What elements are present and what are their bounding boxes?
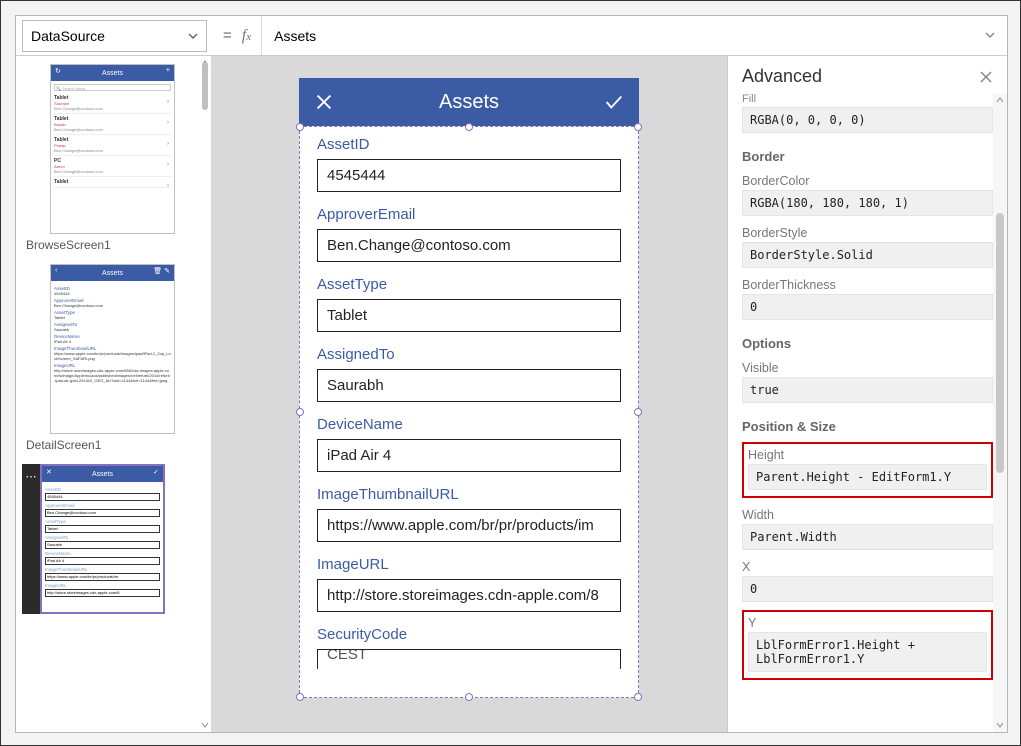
property-label: BorderStyle (742, 226, 993, 240)
add-icon: + (166, 67, 170, 74)
property-label: X (742, 560, 993, 574)
canvas[interactable]: Assets AssetID 4545444 ApproverEmail Ben.C… (211, 56, 727, 732)
screen-label: DetailScreen1 (22, 438, 205, 452)
property-label: Visible (742, 361, 993, 375)
highlight-height: Height Parent.Height - EditForm1.Y (742, 442, 993, 498)
refresh-icon: ↻ (55, 67, 61, 75)
text-input[interactable]: https://www.apple.com/br/pr/products/im (317, 509, 621, 542)
property-selector[interactable]: DataSource (22, 20, 207, 52)
app-frame: DataSource = fx Assets ↻ Assets + (15, 15, 1008, 733)
main-area: ↻ Assets + 🔍 Search items TabletSaurabhB… (16, 56, 1007, 732)
property-value[interactable]: Parent.Width (742, 524, 993, 550)
close-icon: ✕ (46, 468, 52, 476)
screen-thumbnail-edit[interactable]: ⋯ ✕ Assets ✓ AssetID4545444 ApproverEmai… (22, 464, 205, 614)
field-label: DeviceName (317, 416, 621, 433)
highlight-y: Y LblFormError1.Height + LblFormError1.Y (742, 610, 993, 680)
property-label: BorderThickness (742, 278, 993, 292)
field-label: AssignedTo (317, 346, 621, 363)
property-value[interactable]: 0 (742, 576, 993, 602)
preview-header: Assets (299, 78, 639, 126)
screen-thumbnail-detail[interactable]: ‹ Assets 🗑 ✎ AssetID4545444 ApproverEmai… (22, 264, 205, 452)
list-item: TabletSaurabhBen.Change@contoso.com› (54, 93, 171, 114)
thumb-title: Assets (102, 270, 123, 277)
panel-title: Advanced (742, 66, 822, 87)
phone-preview[interactable]: Assets AssetID 4545444 ApproverEmail Ben.C… (299, 78, 639, 698)
property-label: Y (748, 616, 987, 630)
properties-header: Advanced (728, 56, 1007, 93)
check-icon[interactable] (603, 91, 625, 113)
properties-scrollbar[interactable] (993, 93, 1007, 732)
thumb-header: ↻ Assets + (51, 65, 174, 81)
close-icon[interactable] (979, 70, 993, 84)
section-position: Position & Size (742, 419, 993, 434)
property-value[interactable]: 0 (742, 294, 993, 320)
section-options: Options (742, 336, 993, 351)
field-label: ImageThumbnailURL (317, 486, 621, 503)
thumb-header: ✕ Assets ✓ (42, 466, 163, 482)
thumb-header: ‹ Assets 🗑 ✎ (51, 265, 174, 281)
chevron-down-icon (188, 31, 198, 41)
formula-input-text: Assets (274, 28, 316, 44)
text-input[interactable]: http://store.storeimages.cdn-apple.com/8 (317, 579, 621, 612)
section-border: Border (742, 149, 993, 164)
fx-icon: fx (242, 27, 261, 45)
formula-bar: DataSource = fx Assets (16, 16, 1007, 56)
field-label: ImageURL (317, 556, 621, 573)
property-value[interactable]: RGBA(0, 0, 0, 0) (742, 107, 993, 133)
thumb-title: Assets (102, 70, 123, 77)
screen-thumbnail-browse[interactable]: ↻ Assets + 🔍 Search items TabletSaurabhB… (22, 64, 205, 252)
text-input[interactable]: CEST (317, 649, 621, 669)
preview-title: Assets (439, 91, 499, 114)
selection-marker: ⋯ (22, 464, 40, 614)
text-input[interactable]: Tablet (317, 299, 621, 332)
text-input[interactable]: iPad Air 4 (317, 439, 621, 472)
property-label: Width (742, 508, 993, 522)
property-label: BorderColor (742, 174, 993, 188)
property-value[interactable]: Parent.Height - EditForm1.Y (748, 464, 987, 490)
screen-label: BrowseScreen1 (22, 238, 205, 252)
field-label: SecurityCode (317, 626, 621, 643)
thumb-title: Assets (92, 471, 113, 478)
list-item: Tablet› (54, 177, 171, 188)
list-item: TabletBarathBen.Change@contoso.com› (54, 114, 171, 135)
text-input[interactable]: Saurabh (317, 369, 621, 402)
expand-formula-icon[interactable] (973, 27, 1007, 45)
list-item: PCAaronBen.Change@contoso.com› (54, 156, 171, 177)
thumbnails-scrollbar[interactable] (199, 62, 211, 726)
property-value[interactable]: BorderStyle.Solid (742, 242, 993, 268)
property-value[interactable]: true (742, 377, 993, 403)
text-input[interactable]: 4545444 (317, 159, 621, 192)
field-label: AssetType (317, 276, 621, 293)
property-selector-value: DataSource (31, 28, 105, 44)
close-icon[interactable] (313, 91, 335, 113)
equals-label: = (213, 27, 242, 44)
check-icon: ✓ (153, 468, 159, 476)
text-input[interactable]: Ben.Change@contoso.com (317, 229, 621, 262)
properties-panel: Advanced Fill RGBA(0, 0, 0, 0) Border Bo… (727, 56, 1007, 732)
preview-form: AssetID 4545444 ApproverEmail Ben.Change@c… (299, 126, 639, 698)
field-label: AssetID (317, 136, 621, 153)
field-label: ApproverEmail (317, 206, 621, 223)
property-label: Height (748, 448, 987, 462)
formula-input[interactable]: Assets (261, 16, 973, 55)
list-item: TabletPratapBen.Change@contoso.com› (54, 135, 171, 156)
property-value[interactable]: RGBA(180, 180, 180, 1) (742, 190, 993, 216)
back-icon: ‹ (55, 267, 57, 274)
property-label: Fill (742, 93, 993, 105)
edit-icon: 🗑 ✎ (153, 267, 170, 275)
screens-panel: ↻ Assets + 🔍 Search items TabletSaurabhB… (16, 56, 211, 732)
property-value[interactable]: LblFormError1.Height + LblFormError1.Y (748, 632, 987, 672)
